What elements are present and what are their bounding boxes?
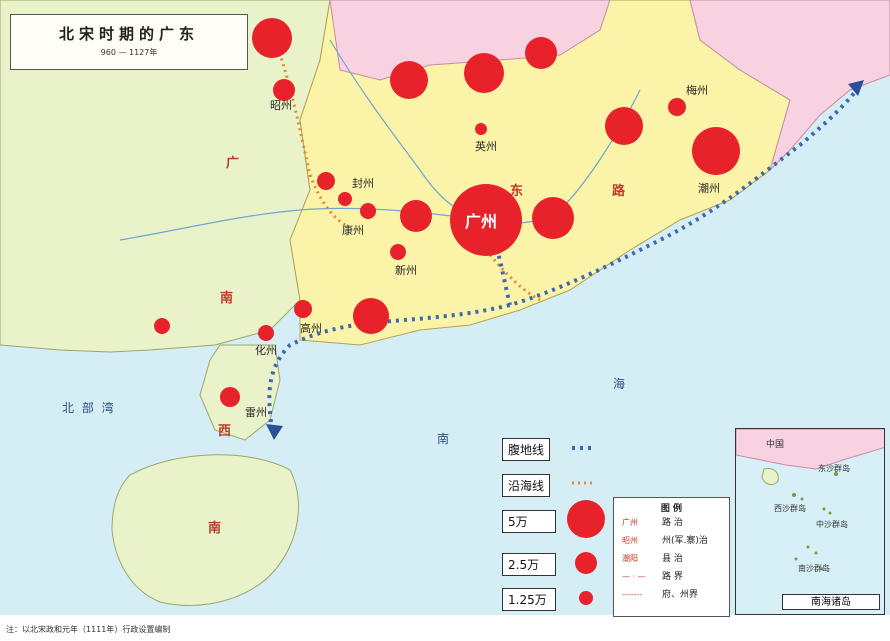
city-circle [525, 37, 557, 69]
city-circle [475, 123, 487, 135]
legend-symbol: 广州 [622, 518, 638, 527]
region-label: 路 [612, 184, 626, 199]
region-label: 广 [226, 156, 240, 171]
map-title: 北宋时期的广东 [58, 25, 199, 43]
key-value-125: 1.25万 [502, 588, 556, 611]
key-circle-125 [579, 591, 593, 605]
inset-hainan [761, 468, 779, 485]
city-label: 封州 [352, 177, 374, 190]
inset-island-label: 东沙群岛 [818, 464, 850, 473]
city-label: 康州 [342, 224, 364, 237]
sea-label: 海 [613, 377, 628, 391]
city-label: 梅州 [686, 84, 708, 97]
legend-header: 图 例 [660, 504, 683, 514]
legend-symbol: — · — [622, 572, 646, 581]
legend-symbol: 昭州 [622, 536, 638, 545]
city-circle [464, 53, 504, 93]
south-china-sea-inset: 中国 东沙群岛 西沙群岛 中沙群岛 南沙群岛 南海诸岛 [735, 428, 885, 615]
key-yanhai: 沿海线 [502, 474, 551, 497]
city-circle [400, 200, 432, 232]
sea-label: 北 部 湾 [62, 401, 116, 415]
key-value-5: 5万 [502, 510, 556, 533]
legend-label: 县 治 [662, 554, 683, 564]
key-circle-5 [567, 500, 605, 538]
key-fudi: 腹地线 [502, 438, 551, 461]
city-circle [258, 325, 274, 341]
key-circle-25 [575, 552, 597, 574]
city-circle [154, 318, 170, 334]
city-circle [252, 18, 292, 58]
inset-map [736, 429, 884, 571]
city-circle [353, 298, 389, 334]
city-circle [294, 300, 312, 318]
region-label: 东 [510, 184, 524, 199]
city-circle [390, 61, 428, 99]
inset-title: 南海诸岛 [782, 594, 880, 610]
city-label: 高州 [300, 322, 322, 335]
city-circle [220, 387, 240, 407]
legend-label: 路 界 [662, 572, 683, 582]
map-note: 注：以北宋政和元年（1111年）行政设置编制 [6, 625, 171, 634]
city-circle [605, 107, 643, 145]
city-circle [692, 127, 740, 175]
region-label: 南 [208, 521, 222, 536]
city-label: 英州 [475, 140, 497, 153]
legend-label: 州(军.寨)治 [662, 536, 708, 546]
city-circle [668, 98, 686, 116]
legend-row: 广州 路 治 [622, 516, 683, 530]
city-label: 化州 [255, 344, 277, 357]
legend-label: 府、州界 [662, 590, 699, 600]
key-value-25: 2.5万 [502, 553, 556, 576]
city-label-guangzhou: 广州 [465, 212, 498, 231]
legend-box: 图 例 广州 路 治 昭州 州(军.寨)治 潮阳 县 治 — · — 路 界 -----… [613, 497, 730, 617]
legend-label: 路 治 [662, 518, 683, 528]
sea-label: 南 [437, 432, 452, 446]
legend-symbol: 潮阳 [622, 554, 638, 563]
legend-symbol: ------- [622, 590, 643, 599]
legend-row: ------- 府、州界 [622, 588, 698, 602]
legend-row: — · — 路 界 [622, 570, 683, 584]
city-circle [532, 197, 574, 239]
region-label: 南 [220, 291, 234, 306]
legend-row: 昭州 州(军.寨)治 [622, 534, 708, 548]
city-label: 雷州 [245, 406, 267, 419]
inset-land [736, 429, 884, 470]
inset-china-label: 中国 [766, 440, 785, 450]
city-label: 新州 [395, 264, 417, 277]
city-label: 潮州 [698, 182, 720, 195]
map-title-box: 北宋时期的广东 960 — 1127年 [10, 14, 248, 70]
map-subtitle: 960 — 1127年 [100, 48, 158, 57]
region-label: 西 [218, 424, 232, 439]
city-circle [360, 203, 376, 219]
map-stage: 北宋时期的广东 960 — 1127年 广州 昭州 封州 新州 康州 雷州 化州… [0, 0, 890, 641]
city-circle [390, 244, 406, 260]
inset-island-label: 南沙群岛 [798, 564, 830, 573]
inset-island-label: 西沙群岛 [774, 504, 806, 513]
city-circle [338, 192, 352, 206]
city-circle [317, 172, 335, 190]
city-label: 昭州 [270, 99, 292, 112]
legend-row: 潮阳 县 治 [622, 552, 683, 566]
inset-island-label: 中沙群岛 [816, 520, 848, 529]
